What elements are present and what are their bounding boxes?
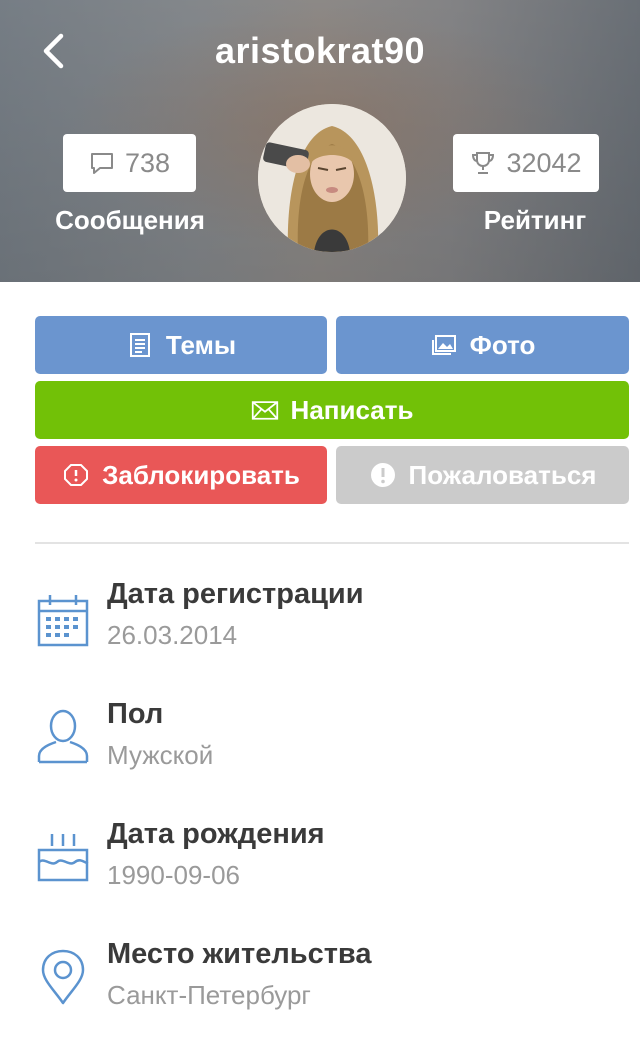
rating-label: Рейтинг xyxy=(483,205,587,235)
messages-count: 738 xyxy=(124,147,171,178)
block-octagon-icon xyxy=(64,464,89,486)
info-item-location: Место жительства Санкт-Петербург xyxy=(0,938,640,1038)
write-button-label: Написать xyxy=(290,394,414,425)
info-item-birth-date: Дата рождения 1990-09-06 xyxy=(0,818,640,918)
report-button-label: Пожаловаться xyxy=(408,459,597,490)
info-item-gender: Пол Мужской xyxy=(0,698,640,798)
write-message-button[interactable]: Написать xyxy=(35,381,629,439)
photo-button[interactable]: Фото xyxy=(336,316,629,374)
block-button[interactable]: Заблокировать xyxy=(35,446,327,504)
block-button-label: Заблокировать xyxy=(102,459,300,490)
info-value: 26.03.2014 xyxy=(107,620,238,650)
rating-count: 32042 xyxy=(506,147,582,178)
profile-header: aristokrat90 738 Сообщения 32042 Рейтинг xyxy=(0,0,640,282)
info-item-registration-date: Дата регистрации 26.03.2014 xyxy=(0,578,640,678)
topics-button[interactable]: Темы xyxy=(35,316,327,374)
calendar-icon xyxy=(37,595,89,647)
user-icon xyxy=(37,709,89,764)
info-value: 1990-09-06 xyxy=(107,860,240,890)
avatar[interactable] xyxy=(258,104,406,252)
trophy-icon xyxy=(472,152,495,174)
photo-button-label: Фото xyxy=(469,329,536,360)
avatar-photo xyxy=(258,104,406,252)
info-title: Пол xyxy=(107,698,164,730)
envelope-icon xyxy=(251,401,278,420)
info-value: Мужской xyxy=(107,740,214,770)
document-icon xyxy=(129,333,150,357)
divider xyxy=(35,542,629,544)
exclamation-circle-icon xyxy=(370,463,395,487)
messages-label: Сообщения xyxy=(55,205,205,235)
location-pin-icon xyxy=(41,949,85,1005)
speech-bubble-icon xyxy=(90,153,113,174)
info-value: Санкт-Петербург xyxy=(107,980,311,1010)
profile-username: aristokrat90 xyxy=(214,30,426,71)
messages-count-box[interactable]: 738 xyxy=(63,134,196,192)
report-button[interactable]: Пожаловаться xyxy=(336,446,629,504)
birthday-cake-icon xyxy=(37,834,89,882)
topics-button-label: Темы xyxy=(165,329,237,360)
rating-count-box[interactable]: 32042 xyxy=(453,134,599,192)
photo-gallery-icon xyxy=(431,335,456,355)
info-title: Дата регистрации xyxy=(107,578,364,610)
info-title: Дата рождения xyxy=(107,818,325,850)
info-title: Место жительства xyxy=(107,938,372,970)
